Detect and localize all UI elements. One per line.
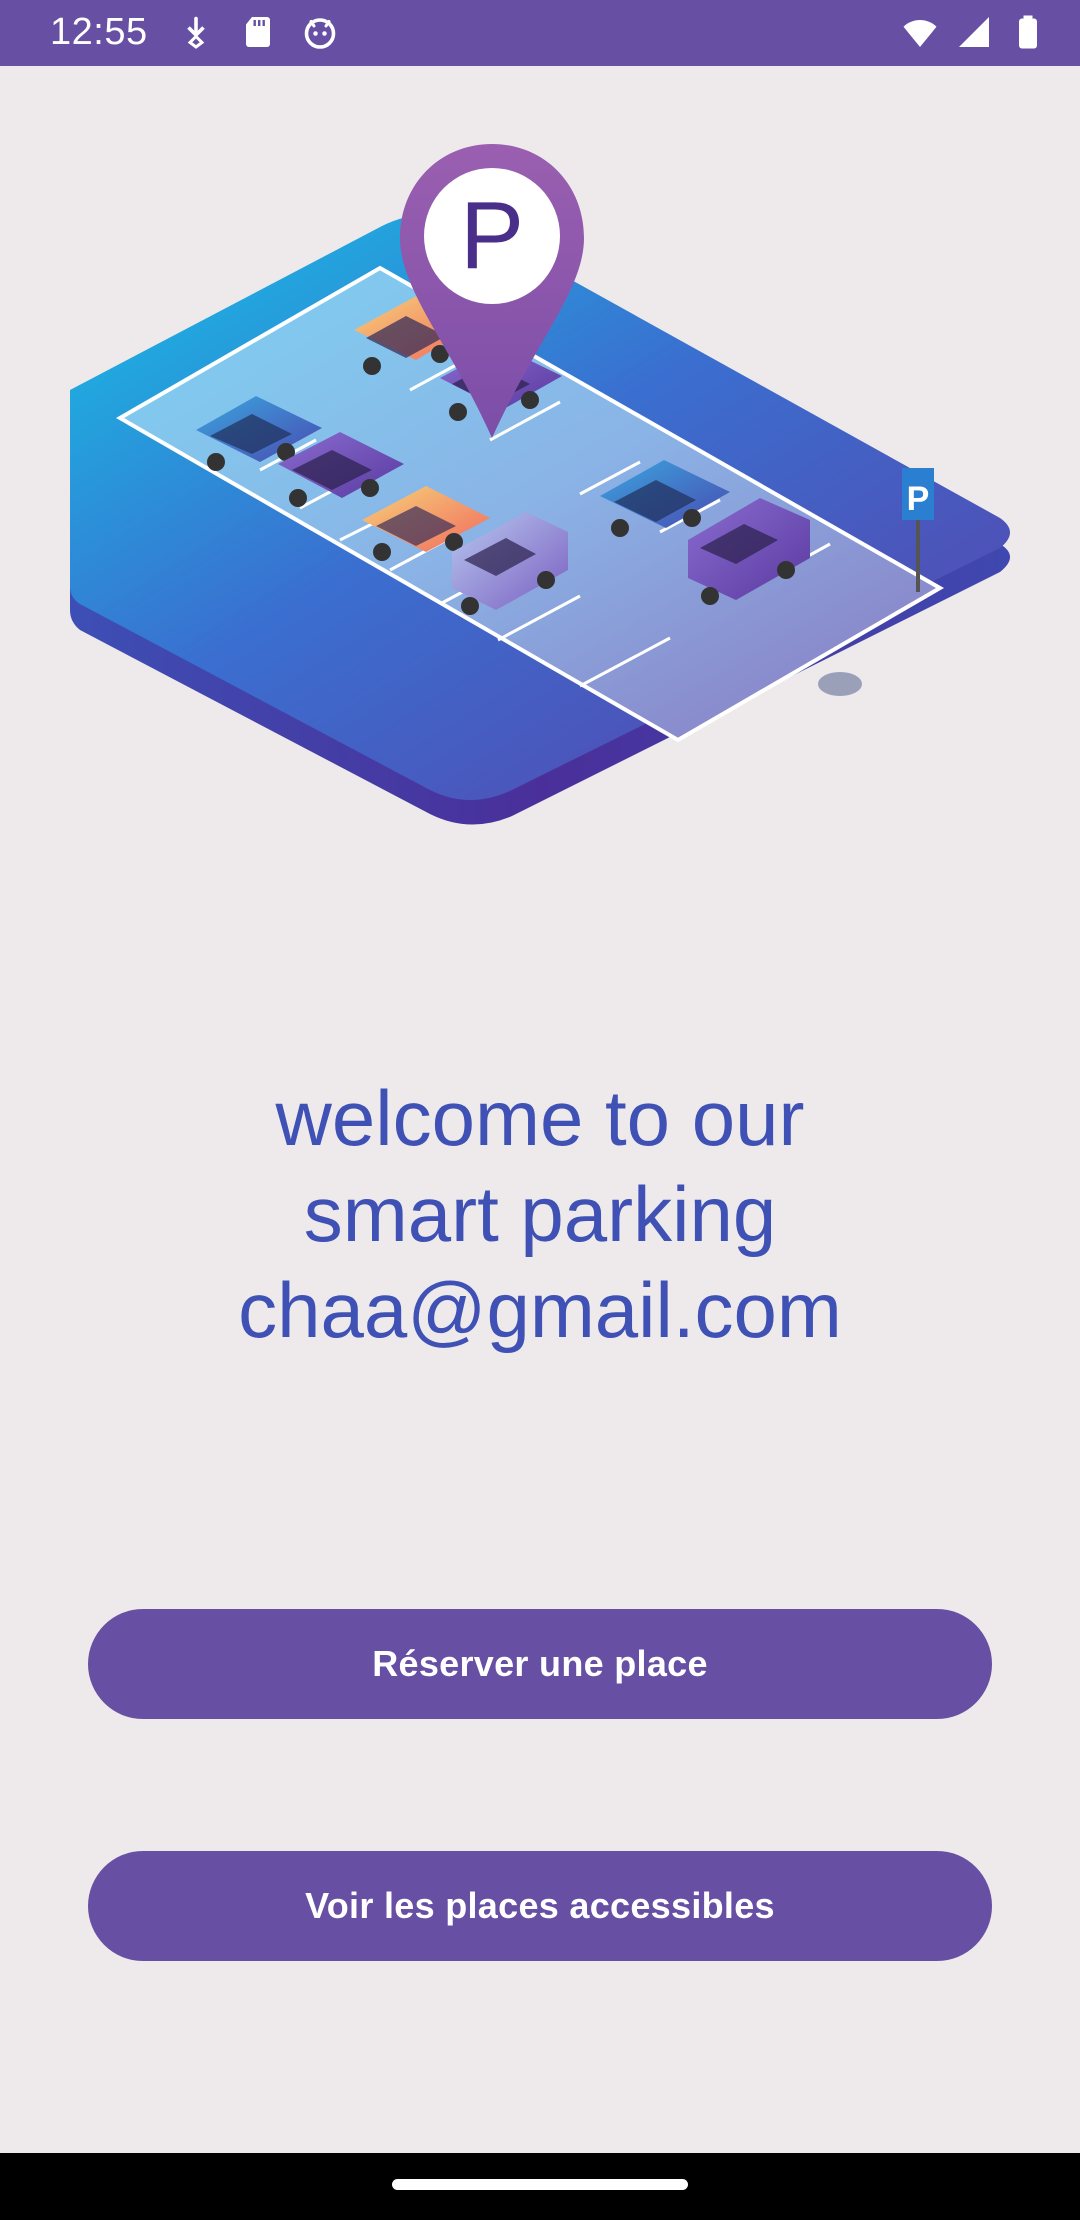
svg-text:P: P	[907, 480, 930, 518]
user-email: chaa@gmail.com	[238, 1266, 842, 1354]
android-debug-icon	[304, 18, 336, 49]
status-time: 12:55	[50, 11, 148, 53]
navigation-bar	[0, 2153, 1080, 2220]
home-gesture-handle[interactable]	[392, 2179, 688, 2190]
status-left-icons	[178, 14, 338, 50]
welcome-message: welcome to our smart parking chaa@gmail.…	[0, 1070, 1080, 1358]
view-accessible-places-button[interactable]: Voir les places accessibles	[88, 1851, 992, 1961]
sd-card-icon	[246, 17, 270, 47]
status-right-icons	[902, 14, 1046, 50]
battery-icon	[1019, 15, 1037, 49]
welcome-line-1: welcome to our	[275, 1074, 805, 1162]
status-bar: 12:55	[0, 0, 1080, 66]
smart-parking-illustration: P P	[70, 144, 1010, 825]
svg-text:P: P	[460, 182, 524, 289]
download-icon	[187, 16, 205, 49]
welcome-line-2: smart parking	[303, 1170, 777, 1258]
wifi-icon	[903, 20, 937, 47]
home-button	[818, 672, 862, 696]
signal-icon	[959, 17, 989, 47]
reserve-place-button[interactable]: Réserver une place	[88, 1609, 992, 1719]
